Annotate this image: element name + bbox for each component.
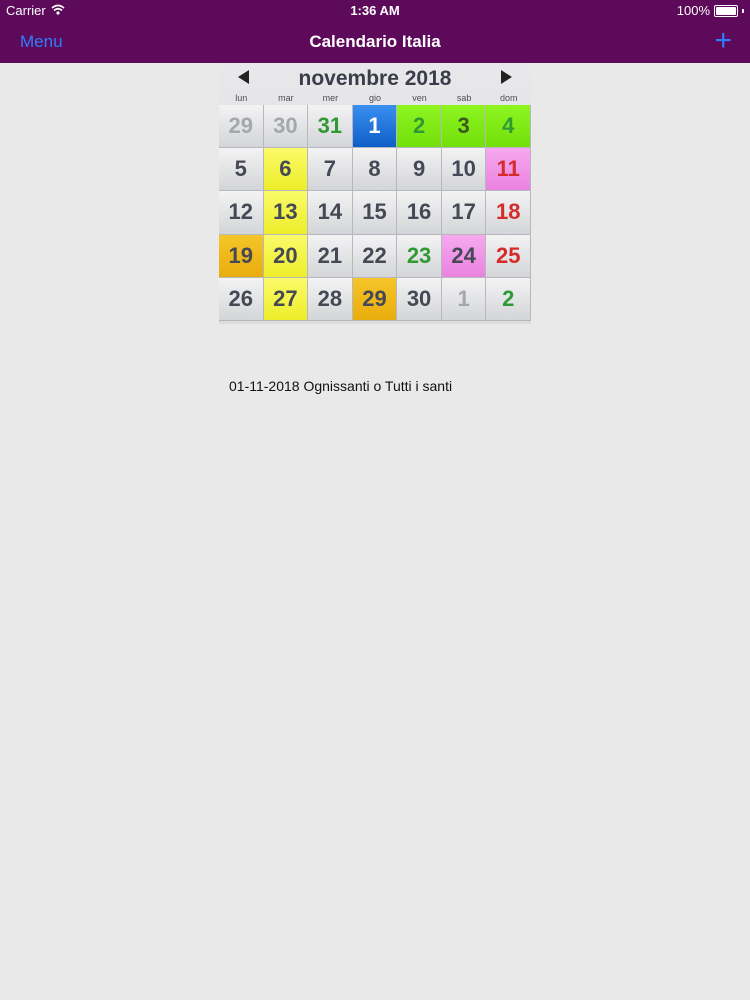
calendar-day[interactable]: 15 [352,191,398,235]
time-label: 1:36 AM [350,3,400,18]
calendar-day[interactable]: 24 [441,234,487,278]
calendar-day[interactable]: 21 [308,234,353,278]
battery-percent: 100% [676,3,710,18]
calendar-day[interactable]: 3 [441,105,487,149]
weekday-label: gio [368,93,381,103]
calendar-day[interactable]: 31 [308,105,353,149]
calendar-day[interactable]: 10 [441,148,487,192]
calendar-day[interactable]: 2 [486,277,531,321]
calendar-day[interactable]: 26 [219,277,264,321]
navigation-bar: Menu Calendario Italia + [0,22,750,63]
calendar-day[interactable]: 9 [397,148,442,192]
calendar-day[interactable]: 1 [352,105,398,149]
calendar-day[interactable]: 7 [308,148,353,192]
day-grid: 29 30 31 1 2 3 4 5 6 7 8 9 10 11 12 13 14 15 16 17 18 19 20 21 2… [219,105,531,321]
calendar-day[interactable]: 18 [486,191,531,235]
status-bar: Carrier 1:36 AM 100% [0,0,750,22]
add-button[interactable]: + [714,24,732,58]
calendar-day[interactable]: 13 [263,191,309,235]
calendar-day[interactable]: 28 [308,277,353,321]
calendar-day[interactable]: 23 [397,234,442,278]
calendar-day[interactable]: 8 [352,148,398,192]
calendar-day[interactable]: 27 [263,277,309,321]
battery-group: 100% [677,3,744,18]
calendar-header: novembre 2018 [219,63,531,93]
calendar-day[interactable]: 29 [352,277,398,321]
weekday-label: mar [278,93,294,103]
calendar: novembre 2018 lun mar mer gio ven sab dom 29 30… [219,63,531,324]
calendar-day[interactable]: 1 [441,277,487,321]
calendar-day[interactable]: 30 [263,105,309,149]
weekday-label: ven [412,93,427,103]
weekday-label: dom [499,93,518,103]
calendar-day[interactable]: 4 [486,105,531,149]
calendar-day[interactable]: 19 [219,234,264,278]
event-description: 01-11-2018 Ognissanti o Tutti i santi [229,378,453,394]
calendar-day[interactable]: 5 [219,148,264,192]
calendar-day[interactable]: 22 [352,234,398,278]
battery-icon [714,4,738,17]
calendar-day[interactable]: 30 [397,277,442,321]
calendar-day[interactable]: 6 [263,148,309,192]
weekday-label: sab [456,93,472,103]
weekday-label: mer [322,93,339,103]
page-title: Calendario Italia [309,32,441,51]
calendar-day[interactable]: 12 [219,191,264,235]
calendar-day[interactable]: 2 [397,105,442,149]
calendar-day[interactable]: 14 [308,191,353,235]
calendar-day[interactable]: 29 [219,105,264,149]
battery-tip [742,8,744,13]
month-label: novembre 2018 [298,67,452,90]
calendar-day[interactable]: 16 [397,191,442,235]
next-month-icon[interactable] [501,70,512,84]
calendar-day[interactable]: 17 [441,191,487,235]
calendar-day[interactable]: 11 [486,148,531,192]
weekday-header: lun mar mer gio ven sab dom [219,93,531,105]
calendar-day[interactable]: 25 [486,234,531,278]
calendar-day[interactable]: 20 [263,234,309,278]
weekday-label: lun [235,93,248,103]
